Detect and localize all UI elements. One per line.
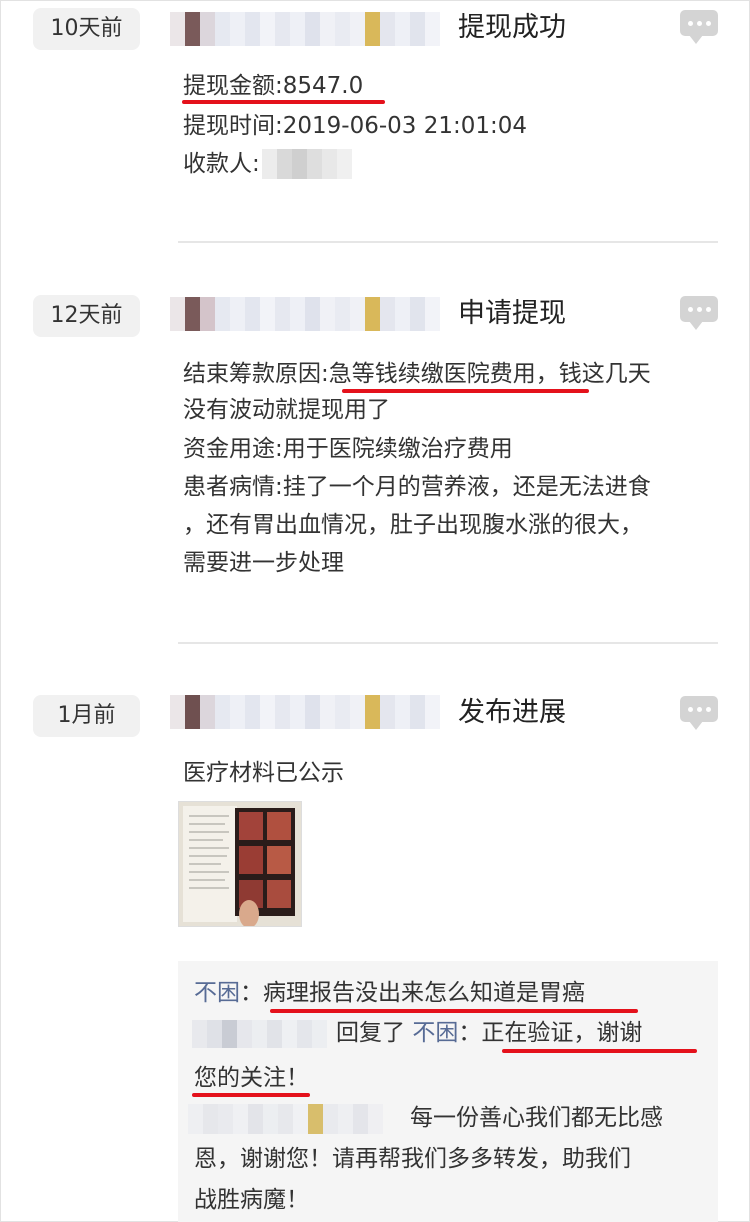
post-title: 提现成功 <box>458 12 566 43</box>
comment-2[interactable]: 回复了 不困：正在验证，谢谢 <box>336 1017 642 1049</box>
medical-document-image <box>179 802 301 926</box>
progress-text: 医疗材料已公示 <box>183 760 344 786</box>
blurred-replier[interactable] <box>192 1020 327 1048</box>
blurred-replier[interactable] <box>188 1104 383 1134</box>
blurred-username[interactable] <box>170 12 440 46</box>
comment-3-cont: 恩，谢谢您！请再帮我们多多转发，助我们 <box>194 1146 631 1172</box>
withdraw-amount: 提现金额:8547.0 <box>183 73 364 99</box>
red-underline <box>182 100 385 104</box>
separator: ： <box>458 1020 482 1046</box>
red-underline <box>192 1093 310 1097</box>
red-underline <box>502 1049 697 1053</box>
end-reason-cont: 没有波动就提现用了 <box>183 397 390 423</box>
comment-icon[interactable] <box>680 296 718 330</box>
comment-2-cont: 您的关注！ <box>194 1065 309 1091</box>
divider <box>178 642 718 644</box>
comment-text: 病理报告没出来怎么知道是胃癌 <box>263 980 585 1006</box>
payee-label: 收款人: <box>183 151 260 177</box>
reply-label: 回复了 <box>336 1020 405 1046</box>
fund-usage: 资金用途:用于医院续缴治疗费用 <box>183 436 513 462</box>
end-reason: 结束筹款原因:急等钱续缴医院费用，钱这几天 <box>183 361 651 387</box>
comment-text: 正在验证，谢谢 <box>481 1020 643 1046</box>
comment-icon[interactable] <box>680 696 718 730</box>
comment-icon[interactable] <box>680 10 718 44</box>
medical-document-photo[interactable] <box>178 801 302 927</box>
red-underline <box>342 389 589 393</box>
patient-condition-cont: 需要进一步处理 <box>183 550 344 576</box>
comment-3[interactable]: 每一份善心我们都无比感 <box>410 1102 663 1134</box>
withdraw-time: 提现时间:2019-06-03 21:01:04 <box>183 113 528 139</box>
divider <box>178 241 718 243</box>
red-underline <box>270 1009 638 1013</box>
post-time-badge: 1月前 <box>33 695 140 737</box>
blurred-payee <box>262 149 352 179</box>
blurred-username[interactable] <box>170 297 440 331</box>
post-title: 发布进展 <box>458 697 566 728</box>
post-time-badge: 12天前 <box>33 295 140 337</box>
patient-condition: 患者病情:挂了一个月的营养液，还是无法进食 <box>183 474 651 500</box>
comment-3-cont: 战胜病魔！ <box>194 1187 309 1213</box>
separator: ： <box>240 980 263 1006</box>
patient-condition-cont: ，还有胃出血情况，肚子出现腹水涨的很大， <box>183 512 643 538</box>
comment-1[interactable]: 不困：病理报告没出来怎么知道是胃癌 <box>194 977 585 1009</box>
blurred-username[interactable] <box>170 695 440 729</box>
reply-target-name[interactable]: 不困 <box>412 1020 458 1046</box>
post-title: 申请提现 <box>458 298 566 329</box>
post-time-badge: 10天前 <box>33 8 140 50</box>
commenter-name[interactable]: 不困 <box>194 980 240 1006</box>
